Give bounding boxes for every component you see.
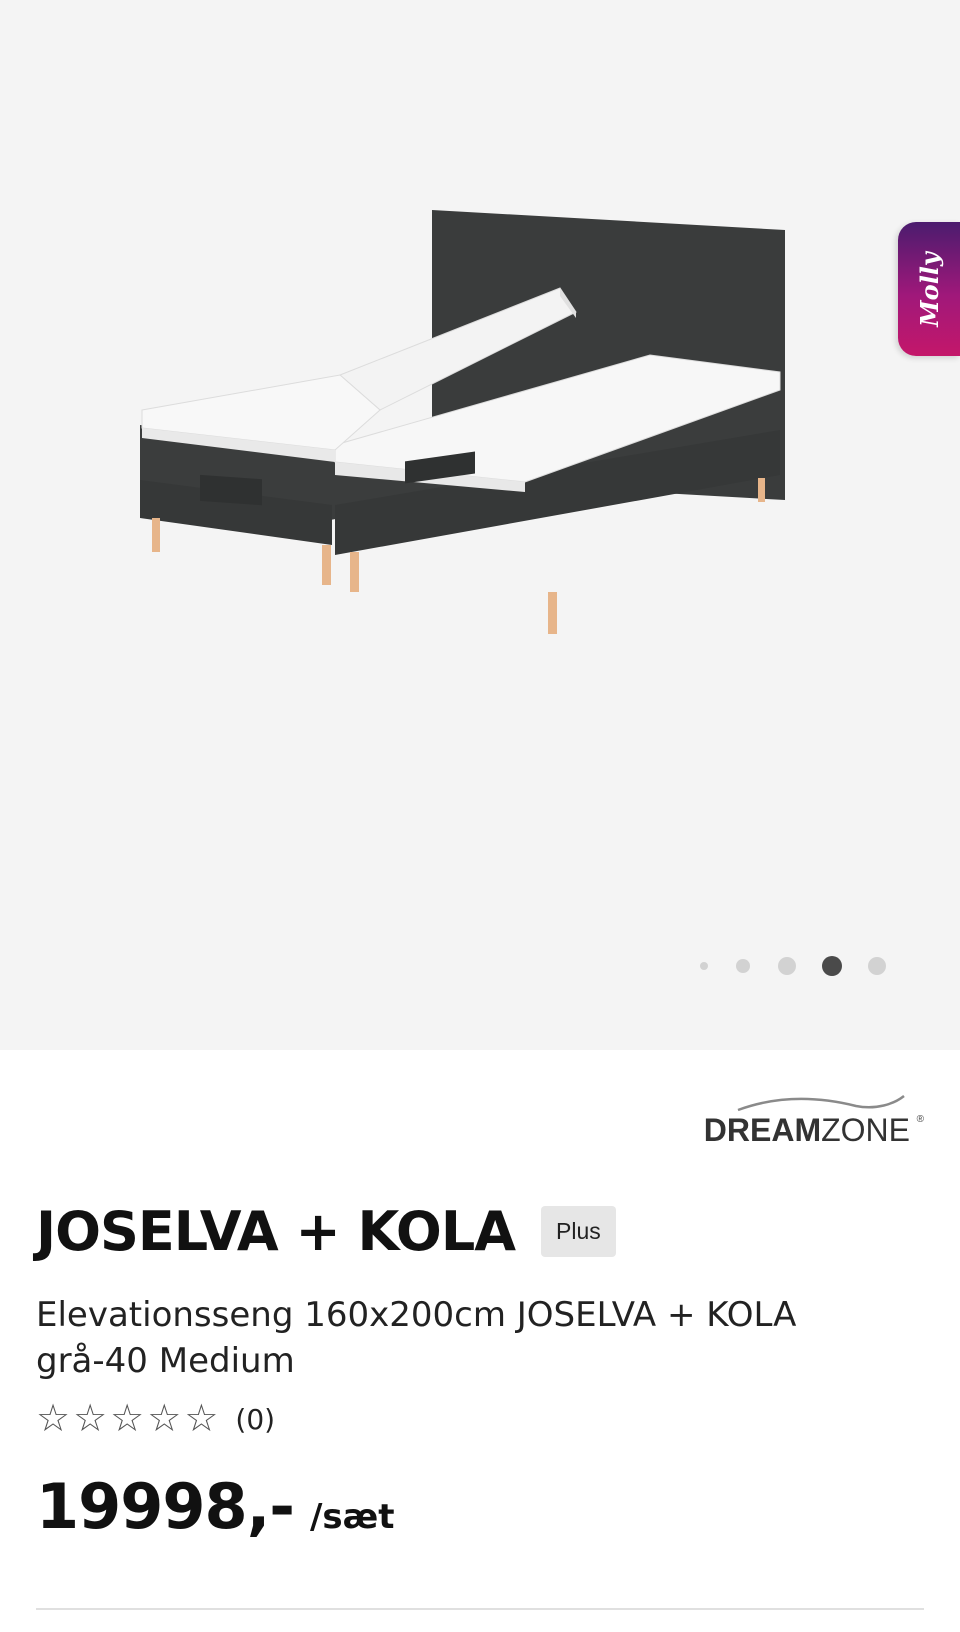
review-count[interactable]: (0) [235,1403,275,1436]
brand-swoosh-icon [737,1095,905,1112]
star-empty-icon: ☆ [110,1398,145,1440]
star-empty-icon: ☆ [147,1398,182,1440]
molly-chat-label: Molly [914,251,944,327]
star-empty-icon: ☆ [184,1398,219,1440]
brand-name: DREAMZONE [703,1112,910,1148]
molly-chat-button[interactable]: Molly [898,222,960,356]
carousel-dot[interactable] [868,957,886,975]
carousel-dot-active[interactable] [822,956,842,976]
brand-logo[interactable]: DREAMZONE ® [694,1094,924,1154]
carousel-dot[interactable] [700,962,708,970]
star-empty-icon: ☆ [36,1398,71,1440]
product-price: 19998,- [36,1470,295,1543]
product-image-gallery[interactable]: Molly [0,0,960,1050]
carousel-pagination [700,956,886,976]
product-subtitle: Elevationsseng 160x200cm JOSELVA + KOLA … [36,1295,797,1381]
product-title: JOSELVA + KOLA [36,1200,516,1263]
price-row: 19998,- /sæt [36,1470,395,1543]
carousel-dot[interactable] [778,957,796,975]
star-empty-icon: ☆ [73,1398,108,1440]
brand-registered-mark: ® [916,1114,924,1125]
product-title-row: JOSELVA + KOLA Plus [36,1200,616,1263]
price-unit: /sæt [309,1497,395,1537]
product-rating[interactable]: ☆ ☆ ☆ ☆ ☆ (0) [36,1400,275,1438]
carousel-dot[interactable] [736,959,750,973]
product-image [140,210,785,634]
section-divider [36,1608,924,1610]
plus-badge: Plus [541,1206,616,1257]
